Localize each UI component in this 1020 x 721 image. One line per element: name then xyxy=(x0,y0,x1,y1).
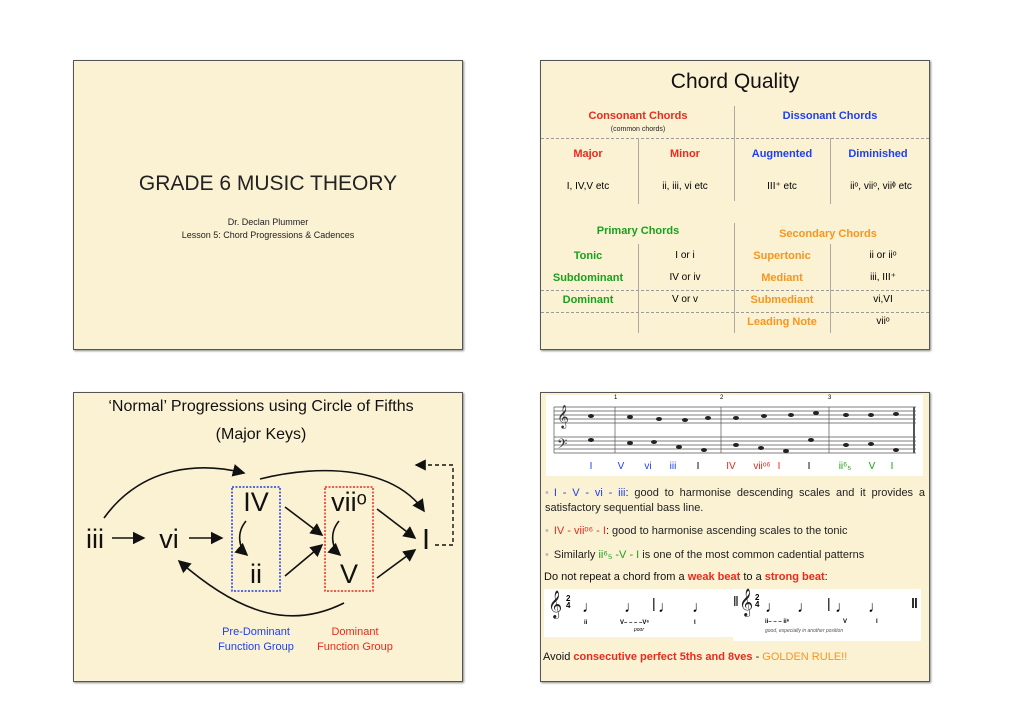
secondary-symbol: viiᵒ xyxy=(876,316,890,327)
secondary-name: Mediant xyxy=(761,272,803,284)
secondary-name: Supertonic xyxy=(753,250,811,262)
score-label: viiᵒ⁶ xyxy=(753,461,771,472)
example-augmented: III⁺ etc xyxy=(767,181,797,192)
type-diminished: Diminished xyxy=(848,148,908,160)
type-major: Major xyxy=(573,148,603,160)
consonant-header: Consonant Chords xyxy=(588,110,688,122)
arrow-V-I xyxy=(376,549,417,579)
repeat-rule: Do not repeat a chord from a weak beat t… xyxy=(544,571,828,583)
example-major: I, IV,V etc xyxy=(566,181,610,192)
svg-text:𝄞: 𝄞 xyxy=(557,406,569,429)
node-I: I xyxy=(421,524,431,556)
node-V: V xyxy=(339,559,359,589)
pre-dominant-label: Pre-Dominant xyxy=(222,626,290,638)
score-example: 𝄞 𝄢 1 2 3 I V vi iii I IV viiᵒ⁶ I I ii⁶₅… xyxy=(546,395,923,476)
dominant-label: Dominant xyxy=(331,626,379,638)
type-augmented: Augmented xyxy=(751,148,813,160)
bullet-descending: • I - V - vi - iii: good to harmonise des… xyxy=(545,487,926,515)
example-label: ii– – – ii⁶ xyxy=(765,619,790,625)
score-example-poor: 𝄞 24 ♩ ♩ | ♩ ♩ ii V– – – –V⁶ I poor xyxy=(544,589,734,637)
arrow-vii-V xyxy=(327,520,342,557)
arrow-IV-V xyxy=(284,506,324,536)
consonant-note: (common chords) xyxy=(610,126,666,133)
arrow-iii-IV xyxy=(103,464,246,519)
measure-number: 3 xyxy=(828,395,832,401)
dominant-label: Function Group xyxy=(317,641,393,653)
slide-title: Chord Quality xyxy=(670,70,800,93)
golden-rule: Avoid consecutive perfect 5ths and 8ves … xyxy=(543,651,848,663)
example-label: I xyxy=(876,619,878,625)
node-ii: ii xyxy=(250,559,262,589)
slide-progression-rules: 𝄞 𝄢 1 2 3 I V vi iii I IV viiᵒ⁶ I I ii⁶₅… xyxy=(540,392,930,682)
secondary-name: Leading Note xyxy=(747,316,817,328)
pre-dominant-label: Function Group xyxy=(218,641,294,653)
node-iii: iii xyxy=(86,524,104,554)
example-caption: good, especially in another position xyxy=(765,628,844,634)
score-label: vi xyxy=(644,461,652,472)
author: Dr. Declan Plummer xyxy=(227,217,309,227)
score-label: IV xyxy=(726,461,736,472)
svg-text:𝄢: 𝄢 xyxy=(557,438,567,455)
primary-symbol: IV or iv xyxy=(669,272,701,283)
example-caption: poor xyxy=(634,627,645,633)
arrow-ii-V xyxy=(284,543,324,577)
slide-progressions: ‘Normal’ Progressions using Circle of Fi… xyxy=(73,392,463,682)
score-label: I xyxy=(890,461,894,472)
bullet-ascending: • IV - viiᵒ⁶ - I: good to harmonise ascen… xyxy=(545,525,848,537)
measure-number: 2 xyxy=(720,395,724,401)
example-label: V xyxy=(843,619,848,625)
example-diminished: iiᵒ, viiᵒ, viiᶲ etc xyxy=(850,181,912,192)
node-IV: IV xyxy=(243,487,269,517)
primary-name: Dominant xyxy=(562,294,614,306)
primary-name: Tonic xyxy=(573,250,603,262)
example-minor: ii, iii, vi etc xyxy=(662,181,708,192)
secondary-symbol: iii, III⁺ xyxy=(870,272,896,283)
score-label: I xyxy=(696,461,700,472)
measure-number: 1 xyxy=(614,395,618,401)
example-label: I xyxy=(694,620,696,626)
score-label: V xyxy=(617,461,625,472)
score-label: V xyxy=(868,461,876,472)
secondary-header: Secondary Chords xyxy=(779,228,877,240)
presentation-title: GRADE 6 MUSIC THEORY xyxy=(138,172,398,195)
score-label: ii⁶₅ xyxy=(838,461,852,472)
score-label: I xyxy=(589,461,593,472)
score-label: I xyxy=(777,461,781,472)
node-vi: vi xyxy=(159,524,179,554)
score-example-good: ‖ 𝄞 24 ♩ ♩ | ♩ ♩ ‖ ii– – – ii⁶ V I good, espe… xyxy=(733,589,921,641)
arrow-vii-I xyxy=(376,508,417,539)
secondary-name: Submediant xyxy=(750,294,814,306)
primary-name: Subdominant xyxy=(552,272,624,284)
secondary-symbol: ii or iiᵒ xyxy=(869,250,897,261)
slide-chord-quality: Chord Quality Consonant Chords (common c… xyxy=(540,60,930,350)
primary-symbol: V or v xyxy=(671,294,699,305)
dissonant-header: Dissonant Chords xyxy=(782,110,878,122)
primary-header: Primary Chords xyxy=(596,225,680,237)
slide-title: GRADE 6 MUSIC THEORY Dr. Declan Plummer … xyxy=(73,60,463,350)
primary-symbol: I or i xyxy=(675,250,695,261)
score-label: iii xyxy=(669,461,677,472)
example-label: V– – – –V⁶ xyxy=(620,620,650,626)
lesson-subtitle: Lesson 5: Chord Progressions & Cadences xyxy=(181,230,355,240)
node-vii: viiᵒ xyxy=(331,487,367,517)
type-minor: Minor xyxy=(670,148,700,160)
secondary-symbol: vi,VI xyxy=(873,294,893,305)
bullet-cadential: • Similarly ii⁶₅ -V - I is one of the mos… xyxy=(545,549,865,561)
example-label: ii xyxy=(584,620,588,626)
score-label: I xyxy=(807,461,811,472)
arrow-IV-ii xyxy=(234,520,249,557)
